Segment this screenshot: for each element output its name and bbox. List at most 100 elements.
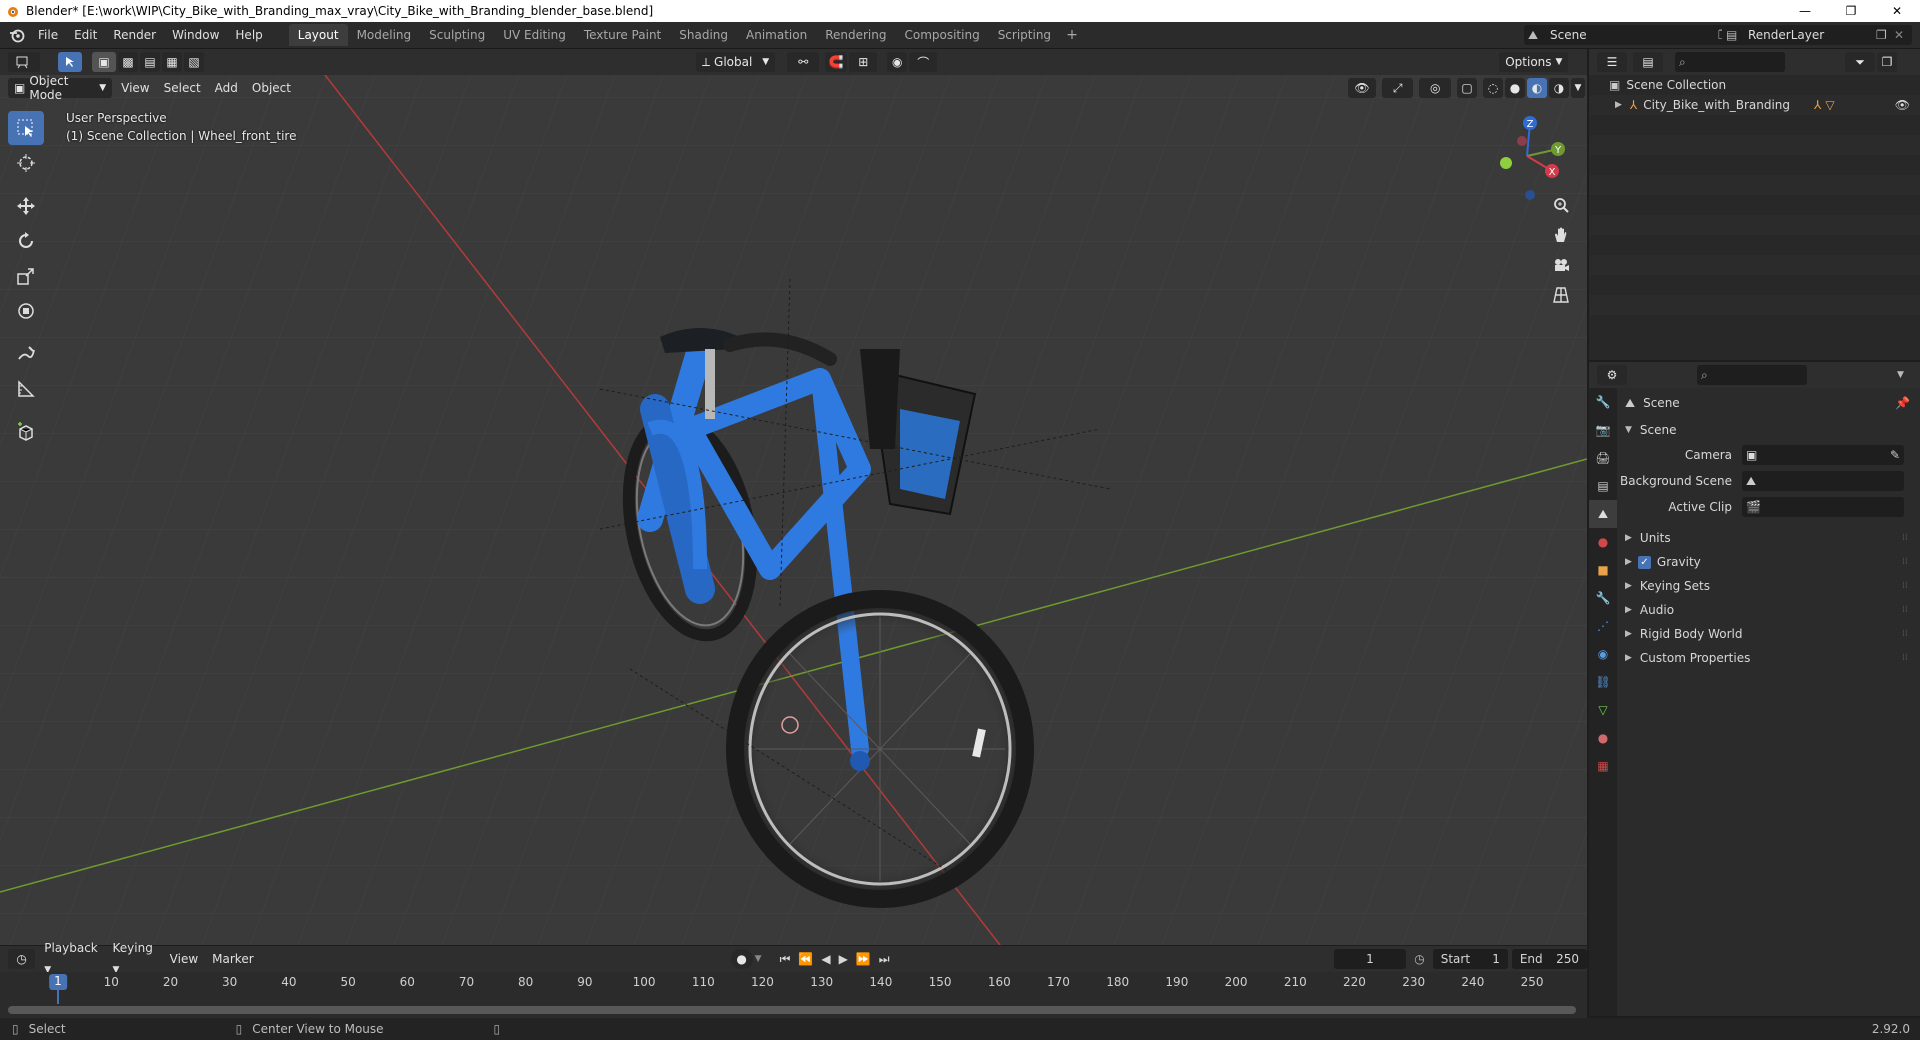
scene-panel-header[interactable]: ▼ Scene — [1617, 418, 1920, 442]
chevron-down-icon[interactable]: ▼ — [755, 954, 762, 964]
eyedropper-icon[interactable]: ✎ — [1890, 448, 1900, 462]
pin-icon[interactable]: 📌 — [1895, 396, 1910, 410]
select-new-icon[interactable]: ▣ — [92, 52, 116, 72]
shading-solid-icon[interactable]: ● — [1504, 78, 1525, 98]
new-view-layer-icon[interactable]: ❐ — [1876, 28, 1894, 42]
drag-handle-icon[interactable]: ⁞⁞ — [1902, 581, 1912, 591]
zoom-icon[interactable] — [1548, 192, 1574, 218]
timeline-scrollbar[interactable] — [8, 1006, 1576, 1014]
shading-material-icon[interactable]: ◐ — [1526, 78, 1547, 98]
object-tab-icon[interactable]: ■ — [1589, 556, 1617, 584]
select-intersect-icon[interactable]: ▧ — [184, 52, 204, 72]
snap-target-icon[interactable]: ⊞ — [849, 52, 878, 72]
drag-handle-icon[interactable]: ⁞⁞ — [1902, 629, 1912, 639]
gravity-checkbox[interactable]: ✓ — [1637, 555, 1651, 569]
play-icon[interactable]: ▶ — [835, 952, 852, 966]
tab-sculpting[interactable]: Sculpting — [420, 24, 494, 46]
eye-visibility-icon[interactable]: 👁 — [1895, 98, 1910, 112]
start-frame-field[interactable]: Start 1 — [1432, 949, 1508, 969]
pivot-point-icon[interactable]: ⚯ — [787, 52, 820, 72]
shading-rendered-icon[interactable]: ◑ — [1548, 78, 1569, 98]
preview-range-clock-icon[interactable]: ◷ — [1414, 952, 1424, 966]
prev-keyframe-icon[interactable]: ⏪ — [794, 952, 817, 966]
auto-keying-icon[interactable]: ● — [730, 949, 753, 969]
gravity-subpanel[interactable]: ▶ ✓ Gravity ⁞⁞ — [1617, 550, 1920, 574]
transform-orientation-dropdown[interactable]: ⟂ Global ▼ — [696, 52, 776, 72]
active-clip-field[interactable]: 🎬 — [1742, 497, 1904, 517]
minimize-button[interactable]: — — [1782, 0, 1828, 22]
rotate-tool[interactable] — [8, 224, 44, 258]
display-mode-icon[interactable]: ▤ — [1633, 52, 1663, 72]
tab-modeling[interactable]: Modeling — [348, 24, 421, 46]
tab-texture-paint[interactable]: Texture Paint — [575, 24, 670, 46]
current-frame-field[interactable]: 1 — [1333, 949, 1407, 969]
select-subtract-icon[interactable]: ▤ — [140, 52, 160, 72]
proportional-falloff-icon[interactable]: ⌒ — [909, 52, 938, 72]
modifier-tab-icon[interactable]: 🔧 — [1589, 584, 1617, 612]
tab-uv-editing[interactable]: UV Editing — [494, 24, 575, 46]
transform-tool[interactable] — [8, 294, 44, 328]
units-subpanel[interactable]: ▶ Units ⁞⁞ — [1617, 526, 1920, 550]
menu-view[interactable]: View — [114, 78, 156, 98]
navigation-gizmo[interactable]: Z Y X — [1482, 111, 1572, 201]
menu-object[interactable]: Object — [245, 78, 298, 98]
xray-toggle-icon[interactable]: ▢ — [1456, 78, 1477, 98]
menu-help[interactable]: Help — [227, 24, 270, 46]
output-tab-icon[interactable]: 🖨 — [1589, 444, 1617, 472]
overlay-toggle-icon[interactable]: ◎ — [1419, 78, 1451, 98]
cursor-tool[interactable] — [8, 146, 44, 180]
scene-selector[interactable]: ⛰ Scene ❐ ✕ — [1524, 25, 1754, 45]
add-cube-tool[interactable] — [8, 415, 44, 449]
scene-tab-icon[interactable]: ⛰ — [1589, 500, 1617, 528]
disclosure-triangle-icon[interactable]: ▶ — [1615, 100, 1622, 110]
keying-sets-subpanel[interactable]: ▶ Keying Sets ⁞⁞ — [1617, 574, 1920, 598]
marker-menu[interactable]: Marker — [205, 949, 260, 969]
view-layer-selector[interactable]: ▤ RenderLayer ❐ ✕ — [1722, 25, 1912, 45]
menu-window[interactable]: Window — [164, 24, 227, 46]
menu-edit[interactable]: Edit — [66, 24, 105, 46]
pan-hand-icon[interactable] — [1548, 222, 1574, 248]
camera-view-icon[interactable] — [1548, 252, 1574, 278]
visibility-icon[interactable]: 👁 — [1347, 78, 1376, 98]
chevron-down-icon[interactable]: ▼ — [1897, 370, 1904, 380]
perspective-toggle-icon[interactable] — [1548, 282, 1574, 308]
select-box-tool[interactable] — [8, 111, 44, 145]
shading-options-icon[interactable]: ▼ — [1570, 78, 1585, 98]
editor-type-icon[interactable] — [8, 52, 40, 72]
drag-handle-icon[interactable]: ⁞⁞ — [1902, 605, 1912, 615]
outliner-editor-type-icon[interactable]: ☰ — [1597, 52, 1627, 72]
timeline-ruler[interactable]: 1 10 20 30 40 50 60 70 80 90 100 110 120 130 140 150 16… — [0, 972, 1587, 992]
3d-viewport[interactable]: ▣ ▩ ▤ ▦ ▧ ⟂ Global ▼ ⚯ 🧲 ⊞ ◉ ⌒ Options ▼… — [0, 49, 1587, 945]
physics-tab-icon[interactable]: ◉ — [1589, 640, 1617, 668]
texture-tab-icon[interactable]: ▦ — [1589, 752, 1617, 780]
tab-animation[interactable]: Animation — [737, 24, 816, 46]
add-workspace-button[interactable]: + — [1060, 24, 1084, 46]
outliner-row-scene-collection[interactable]: ▣ Scene Collection — [1589, 75, 1920, 95]
drag-handle-icon[interactable]: ⁞⁞ — [1902, 533, 1912, 543]
next-keyframe-icon[interactable]: ⏩ — [852, 952, 875, 966]
data-tab-icon[interactable]: ▽ — [1589, 696, 1617, 724]
drag-handle-icon[interactable]: ⁞⁞ — [1902, 557, 1912, 567]
shading-wireframe-icon[interactable]: ◌ — [1482, 78, 1503, 98]
particles-tab-icon[interactable]: ⋰ — [1589, 612, 1617, 640]
menu-render[interactable]: Render — [105, 24, 164, 46]
tab-compositing[interactable]: Compositing — [895, 24, 988, 46]
background-scene-field[interactable]: ⛰ — [1742, 471, 1904, 491]
filter-icon[interactable]: ⏷ — [1845, 52, 1875, 72]
menu-file[interactable]: File — [30, 24, 66, 46]
menu-add[interactable]: Add — [208, 78, 245, 98]
annotate-tool[interactable] — [8, 337, 44, 371]
rigid-body-world-subpanel[interactable]: ▶ Rigid Body World ⁞⁞ — [1617, 622, 1920, 646]
view-layer-tab-icon[interactable]: ▤ — [1589, 472, 1617, 500]
close-button[interactable]: ✕ — [1874, 0, 1920, 22]
constraints-tab-icon[interactable]: ⛓ — [1589, 668, 1617, 696]
tab-rendering[interactable]: Rendering — [816, 24, 895, 46]
render-tab-icon[interactable]: 📷 — [1589, 416, 1617, 444]
outliner-row-city-bike[interactable]: ▶ ⅄ City_Bike_with_Branding ⅄ ▽ 👁 — [1589, 95, 1920, 115]
timeline-editor-type-icon[interactable]: ◷ — [8, 949, 36, 969]
snap-toggle-icon[interactable]: 🧲 — [825, 52, 848, 72]
scale-tool[interactable] — [8, 259, 44, 293]
world-tab-icon[interactable]: ● — [1589, 528, 1617, 556]
timeline-view-menu[interactable]: View — [163, 949, 205, 969]
play-reverse-icon[interactable]: ◀ — [817, 952, 834, 966]
